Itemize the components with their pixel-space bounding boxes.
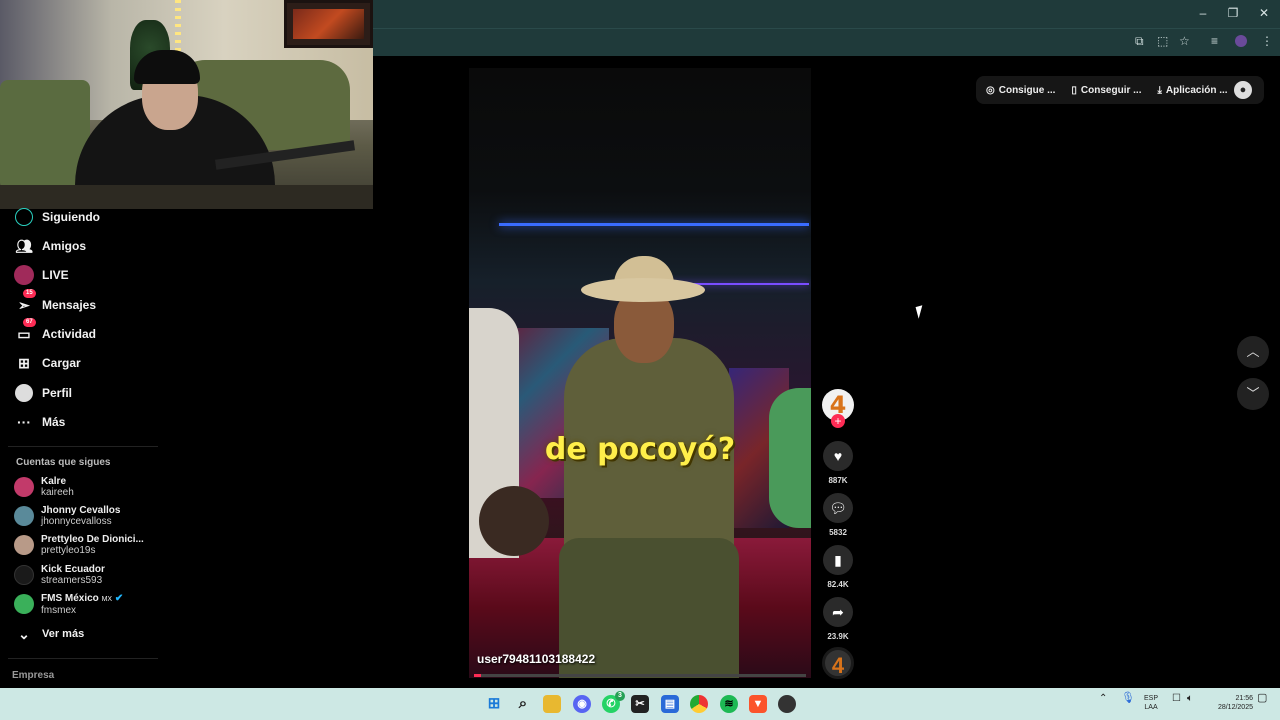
avatar — [14, 535, 34, 555]
minimize-icon[interactable]: – — [1196, 6, 1210, 20]
bookmark-icon: ▮ — [823, 545, 853, 575]
account-item[interactable]: Prettyleo De Dionici... prettyleo19s — [14, 532, 144, 558]
nav-profile[interactable]: Perfil — [14, 382, 72, 404]
close-icon[interactable]: ✕ — [1257, 6, 1271, 20]
following-accounts-title: Cuentas que sigues — [16, 457, 111, 468]
account-item[interactable]: Kalre kaireeh — [14, 474, 74, 500]
divider — [8, 446, 158, 447]
live-icon — [14, 265, 34, 285]
activity-badge: 67 — [23, 318, 36, 327]
windows-taskbar: ⊞ ⌕ ◉ ✆ 3 ✂ ▤ ≋ ▼ ⌃ 🎙︎ ESP LAA ☐ 🔈︎ 21:56 2… — [0, 688, 1280, 720]
nav-activity[interactable]: ▭ 67 Actividad — [14, 318, 96, 345]
language-indicator[interactable]: ESP LAA — [1144, 694, 1158, 712]
nav-upload[interactable]: ⊞ Cargar — [14, 352, 81, 374]
capcut-icon[interactable]: ✂ — [631, 695, 649, 713]
file-explorer-icon[interactable] — [543, 695, 561, 713]
account-item[interactable]: Jhonny Cevallos jhonnycevalloss — [14, 503, 120, 529]
mouse-cursor — [915, 305, 926, 319]
browser-menu-icon[interactable]: ⋮ — [1261, 34, 1273, 48]
following-icon — [14, 207, 34, 227]
network-icon[interactable]: ☐ — [1172, 694, 1181, 704]
clock[interactable]: 21:56 28/12/2025 — [1207, 694, 1253, 712]
top-actions-bar: ◎ Consigue ... ▯ Conseguir ... ⤓ Aplicación… — [976, 76, 1264, 104]
desktop-app-button[interactable]: ⤓ Aplicación ... — [1157, 85, 1227, 96]
avatar — [14, 594, 34, 614]
chrome-icon[interactable] — [690, 695, 708, 713]
next-video-button[interactable]: ﹀ — [1237, 378, 1269, 410]
webcam-overlay — [0, 0, 373, 209]
tray-chevron-icon[interactable]: ⌃ — [1099, 694, 1107, 704]
avatar — [14, 565, 34, 585]
whatsapp-icon[interactable]: ✆ 3 — [602, 691, 625, 713]
get-coins-button[interactable]: ◎ Consigue ... — [986, 85, 1055, 96]
search-icon[interactable]: ⌕ — [514, 695, 532, 713]
coin-icon: ◎ — [986, 84, 995, 96]
verified-icon: ✔ — [114, 592, 124, 604]
messages-icon: ➣ 15 — [14, 289, 36, 315]
comment-count: 5832 — [829, 528, 847, 537]
comment-icon: 💬︎ — [823, 493, 853, 523]
friends-icon: 👥︎ — [15, 237, 33, 254]
messages-badge: 15 — [23, 289, 36, 298]
nav-more[interactable]: ··· Más — [14, 411, 65, 433]
see-more-button[interactable]: ⌄ Ver más — [14, 623, 84, 645]
install-icon[interactable]: ⬚ — [1157, 34, 1168, 48]
windows-start-icon[interactable]: ⊞ — [485, 695, 503, 713]
restore-icon[interactable]: ❐ — [1226, 6, 1240, 20]
footer-link[interactable]: Empresa — [12, 670, 54, 681]
video-player[interactable]: de pocoyó? user79481103188422 — [469, 68, 811, 678]
share-button[interactable]: ➦ 23.9K — [822, 597, 854, 641]
previous-video-button[interactable]: ︿ — [1237, 336, 1269, 368]
activity-icon: ▭ 67 — [14, 318, 36, 344]
discord-icon[interactable]: ◉ — [573, 695, 591, 713]
download-icon: ⤓ — [1157, 84, 1162, 96]
avatar — [14, 477, 34, 497]
save-button[interactable]: ▮ 82.4K — [822, 545, 854, 589]
translate-icon[interactable]: ⧉ — [1135, 34, 1144, 49]
nav-live[interactable]: LIVE — [14, 264, 69, 286]
media-control-icon[interactable]: ≡ — [1211, 34, 1218, 48]
obs-icon[interactable] — [778, 695, 796, 713]
nav-following[interactable]: Siguiendo — [14, 206, 100, 228]
share-icon: ➦ — [823, 597, 853, 627]
phone-icon: ▯ — [1071, 84, 1077, 96]
video-caption: de pocoyó? — [544, 432, 736, 467]
user-avatar[interactable]: ● — [1234, 81, 1252, 99]
chevron-down-icon: ﹀ — [1246, 386, 1260, 401]
profile-icon — [14, 383, 34, 403]
volume-icon[interactable]: 🔈︎ — [1187, 694, 1193, 704]
account-item[interactable]: Kick Ecuador streamers593 — [14, 562, 105, 588]
nav-friends[interactable]: 👥︎ Amigos — [14, 235, 86, 257]
mic-icon[interactable]: 🎙︎ — [1121, 693, 1135, 704]
chevron-up-icon: ︿ — [1246, 344, 1260, 359]
save-count: 82.4K — [827, 580, 849, 589]
video-progress-bar[interactable] — [474, 674, 806, 677]
video-username[interactable]: user79481103188422 — [477, 652, 595, 666]
avatar — [14, 506, 34, 526]
browser-profile-icon[interactable] — [1235, 35, 1247, 47]
account-item[interactable]: FMS México MX ✔ fmsmex — [14, 591, 123, 617]
like-button[interactable]: ♥ 887K — [822, 441, 854, 485]
comment-button[interactable]: 💬︎ 5832 — [822, 493, 854, 537]
sound-disc[interactable]: 4 — [822, 647, 854, 679]
share-count: 23.9K — [827, 632, 849, 641]
upload-icon: ⊞ — [18, 354, 30, 371]
heart-icon: ♥ — [823, 441, 853, 471]
browser-title-bar: – ❐ ✕ — [373, 0, 1280, 28]
follow-plus-icon[interactable]: + — [831, 414, 845, 428]
store-icon[interactable]: ▤ — [661, 695, 679, 713]
like-count: 887K — [828, 476, 848, 485]
bookmark-star-icon[interactable]: ☆ — [1179, 34, 1190, 48]
spotify-icon[interactable]: ≋ — [720, 695, 738, 713]
left-sidebar: Siguiendo 👥︎ Amigos LIVE ➣ 15 Mensajes ▭ 6… — [0, 206, 160, 689]
notifications-icon[interactable]: ▢ — [1257, 693, 1267, 704]
more-icon: ··· — [17, 414, 31, 430]
get-app-button[interactable]: ▯ Conseguir ... — [1071, 85, 1141, 96]
chevron-down-icon: ⌄ — [18, 625, 30, 642]
divider — [8, 658, 158, 659]
brave-icon[interactable]: ▼ — [749, 695, 767, 713]
nav-messages[interactable]: ➣ 15 Mensajes — [14, 289, 96, 316]
